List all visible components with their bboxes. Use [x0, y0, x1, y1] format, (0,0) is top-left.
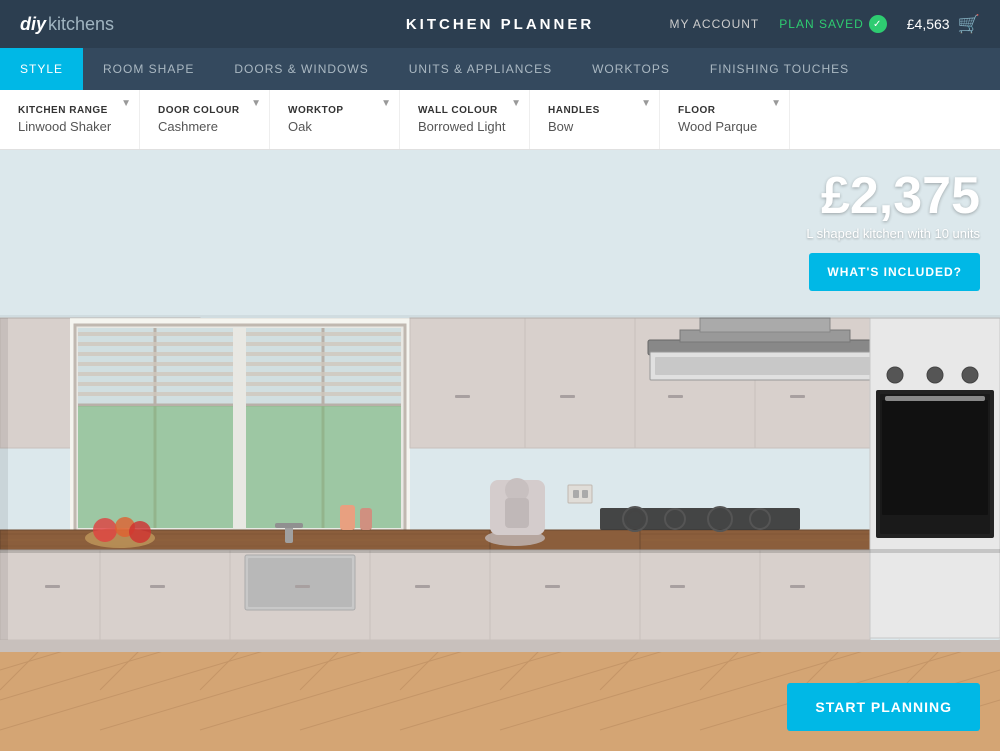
tab-doors-windows[interactable]: DOORS & WINDOWS [214, 48, 388, 90]
handles-value: Bow [548, 119, 641, 134]
kitchen-range-value: Linwood Shaker [18, 119, 121, 134]
chevron-down-icon: ▼ [771, 98, 781, 109]
option-handles[interactable]: ▼ HANDLES Bow [530, 90, 660, 149]
option-wall-colour[interactable]: ▼ WALL COLOUR Borrowed Light [400, 90, 530, 149]
handles-label: HANDLES [548, 105, 641, 116]
door-colour-value: Cashmere [158, 119, 251, 134]
tab-style[interactable]: STYLE [0, 48, 83, 90]
price-overlay: £2,375 L shaped kitchen with 10 units WH… [806, 170, 980, 291]
option-floor[interactable]: ▼ FLOOR Wood Parque [660, 90, 790, 149]
kitchen-range-label: KITCHEN RANGE [18, 105, 121, 116]
main-content: £2,375 L shaped kitchen with 10 units WH… [0, 150, 1000, 751]
door-colour-label: DOOR COLOUR [158, 105, 251, 116]
plan-saved-check-icon: ✓ [869, 15, 887, 33]
header: diy kitchens KITCHEN PLANNER MY ACCOUNT … [0, 0, 1000, 48]
plan-saved-label: PLAN SAVED [779, 17, 863, 31]
tab-units-appliances[interactable]: UNITS & APPLIANCES [389, 48, 572, 90]
plan-saved-status: PLAN SAVED ✓ [779, 15, 886, 33]
wall-colour-label: WALL COLOUR [418, 105, 511, 116]
nav-tabs: STYLE ROOM SHAPE DOORS & WINDOWS UNITS &… [0, 48, 1000, 90]
option-door-colour[interactable]: ▼ DOOR COLOUR Cashmere [140, 90, 270, 149]
logo-diy: diy [20, 14, 46, 35]
worktop-label: WORKTOP [288, 105, 381, 116]
header-price: £4,563 🛒 [907, 14, 980, 35]
tab-room-shape[interactable]: ROOM SHAPE [83, 48, 214, 90]
price-description: L shaped kitchen with 10 units [806, 226, 980, 241]
main-price: £2,375 [806, 170, 980, 222]
my-account-link[interactable]: MY ACCOUNT [669, 17, 759, 31]
floor-label: FLOOR [678, 105, 771, 116]
chevron-down-icon: ▼ [251, 98, 261, 109]
options-bar: ▼ KITCHEN RANGE Linwood Shaker ▼ DOOR CO… [0, 90, 1000, 150]
chevron-down-icon: ▼ [641, 98, 651, 109]
chevron-down-icon: ▼ [381, 98, 391, 109]
logo[interactable]: diy kitchens [20, 14, 114, 35]
header-price-value: £4,563 [907, 16, 950, 32]
logo-kitchens: kitchens [48, 14, 114, 35]
wall-colour-value: Borrowed Light [418, 119, 511, 134]
start-planning-button[interactable]: START PLANNING [787, 683, 980, 731]
page-title: KITCHEN PLANNER [406, 16, 594, 33]
tab-worktops[interactable]: WORKTOPS [572, 48, 690, 90]
whats-included-button[interactable]: WHAT'S INCLUDED? [809, 253, 980, 291]
tab-finishing-touches[interactable]: FINISHING TOUCHES [690, 48, 869, 90]
option-kitchen-range[interactable]: ▼ KITCHEN RANGE Linwood Shaker [10, 90, 140, 149]
floor-value: Wood Parque [678, 119, 771, 134]
chevron-down-icon: ▼ [511, 98, 521, 109]
option-worktop[interactable]: ▼ WORKTOP Oak [270, 90, 400, 149]
worktop-value: Oak [288, 119, 381, 134]
cart-icon[interactable]: 🛒 [958, 14, 980, 35]
chevron-down-icon: ▼ [121, 98, 131, 109]
header-right: MY ACCOUNT PLAN SAVED ✓ £4,563 🛒 [669, 14, 980, 35]
